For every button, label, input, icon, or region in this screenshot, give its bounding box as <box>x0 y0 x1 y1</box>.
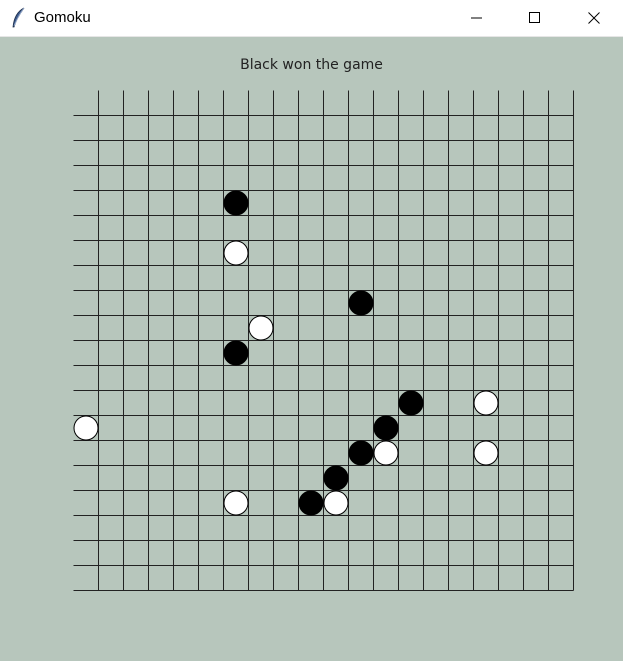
black-stone <box>373 415 399 441</box>
white-stone <box>323 490 349 516</box>
white-stone <box>223 240 249 266</box>
gomoku-board[interactable] <box>0 0 623 661</box>
black-stone <box>223 190 249 216</box>
white-stone <box>473 440 499 466</box>
white-stone <box>473 390 499 416</box>
white-stone <box>248 315 274 341</box>
black-stone <box>398 390 424 416</box>
black-stone <box>348 440 374 466</box>
white-stone <box>223 490 249 516</box>
black-stone <box>323 465 349 491</box>
black-stone <box>298 490 324 516</box>
black-stone <box>348 290 374 316</box>
black-stone <box>223 340 249 366</box>
white-stone <box>73 415 99 441</box>
gomoku-window: Gomoku Black won the game <box>0 0 623 661</box>
white-stone <box>373 440 399 466</box>
